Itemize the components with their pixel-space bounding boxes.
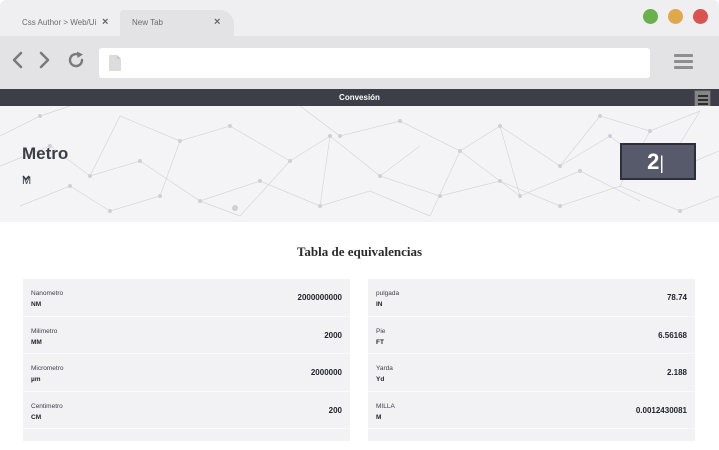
back-arrow-icon[interactable] (8, 50, 28, 70)
hero-section: Metro M 2| (0, 106, 719, 222)
hamburger-menu-icon[interactable] (694, 90, 711, 107)
forward-arrow-icon[interactable] (34, 50, 54, 70)
list-item: Milimetro MM 2000 (23, 316, 350, 354)
unit-dropdown[interactable]: M (22, 175, 31, 187)
browser-toolbar (0, 36, 719, 89)
unit-value: 0.0012430081 (635, 405, 687, 415)
unit-value: 78.74 (666, 293, 687, 302)
unit-value: 6.56168 (658, 330, 687, 340)
unit-name: MILLA (376, 402, 395, 410)
unit-title: Metro (22, 144, 69, 163)
list-item: MILLA M 0.0012430081 (368, 391, 695, 429)
browser-tab-bar: Css Author > Web/Ui × New Tab × (0, 0, 719, 36)
tab-css-author[interactable]: Css Author > Web/Ui × (10, 10, 122, 36)
unit-name: Yarda (376, 365, 393, 372)
tab-new-tab[interactable]: New Tab × (120, 10, 234, 36)
value-input-text: 2 (647, 149, 660, 174)
list-item: Centimetro CM 200 (23, 391, 350, 429)
list-item: Pie FT 6.56168 (368, 316, 695, 354)
window-close-button[interactable] (693, 9, 708, 24)
window-maximize-button[interactable] (643, 9, 658, 24)
list-item: Yarda Yd 2.188 (368, 354, 695, 392)
document-icon (109, 55, 121, 71)
unit-name: Micrometro (31, 365, 64, 372)
unit-abbreviation: IN (376, 301, 383, 308)
list-item: Nanometro NM 2000000000 (23, 279, 350, 317)
chevron-down-icon (22, 175, 30, 181)
tab-label: Css Author > Web/Ui (22, 18, 97, 27)
reload-icon[interactable] (66, 50, 86, 70)
unit-value: 2.188 (666, 368, 687, 377)
network-background-graphic (0, 106, 719, 217)
unit-abbreviation: M (376, 413, 382, 421)
unit-abbreviation: Yd (376, 376, 385, 383)
window-minimize-button[interactable] (668, 9, 683, 24)
value-input[interactable]: 2| (620, 143, 696, 180)
unit-abbreviation: MM (31, 338, 42, 346)
page-header: Convesión (0, 89, 719, 106)
unit-abbreviation: NM (31, 301, 42, 308)
unit-abbreviation: CM (31, 413, 42, 421)
equivalence-column-right: pulgada IN 78.74 Pie FT 6.56168 Yarda Yd… (368, 279, 695, 441)
unit-name: Centimetro (31, 402, 63, 410)
close-icon[interactable]: × (214, 16, 220, 28)
unit-abbreviation: FT (376, 338, 384, 346)
list-item: Micrometro µm 2000000 (23, 354, 350, 392)
unit-name: pulgada (376, 290, 400, 297)
list-item-empty (23, 429, 350, 441)
close-icon[interactable]: × (102, 16, 108, 28)
equivalence-column-left: Nanometro NM 2000000000 Milimetro MM 200… (23, 279, 350, 441)
address-bar[interactable] (99, 48, 650, 78)
unit-name: Pie (376, 327, 386, 335)
page-header-title: Convesión (339, 93, 380, 102)
equivalence-table-title: Tabla de equivalencias (296, 244, 423, 259)
unit-value: 2000000 (310, 368, 342, 377)
web-page: Convesión Metro M 2| Tabla de equivalenc… (0, 89, 719, 450)
unit-abbreviation: µm (31, 376, 41, 383)
unit-value: 2000 (324, 330, 342, 340)
tab-label: New Tab (132, 18, 163, 27)
unit-name: Nanometro (31, 290, 64, 297)
unit-name: Milimetro (31, 327, 58, 335)
list-item: pulgada IN 78.74 (368, 279, 695, 317)
unit-value: 200 (328, 405, 342, 415)
unit-value: 2000000000 (297, 293, 343, 302)
list-item-empty (368, 429, 695, 441)
hamburger-menu-icon[interactable] (674, 54, 693, 70)
